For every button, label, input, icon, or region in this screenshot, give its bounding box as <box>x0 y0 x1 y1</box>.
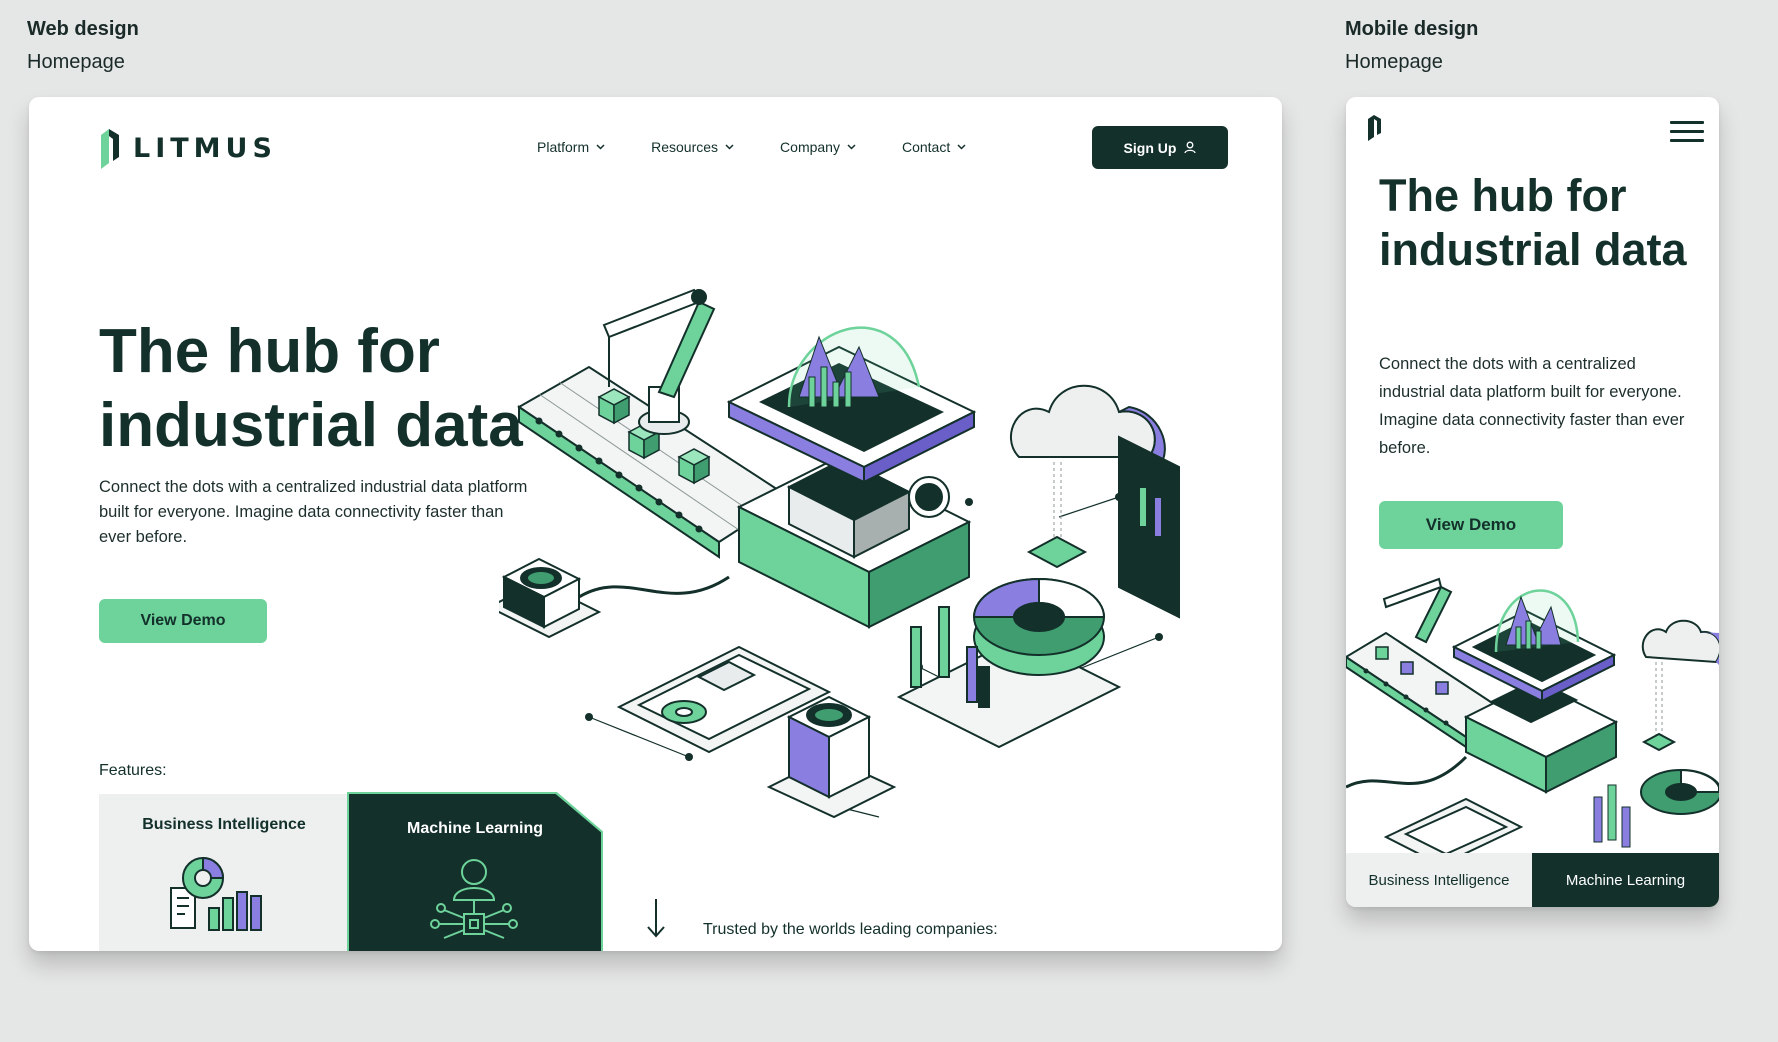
hero-description: Connect the dots with a centralized indu… <box>99 478 528 546</box>
nav-resources[interactable]: Resources <box>651 139 734 155</box>
nav-resources-label: Resources <box>651 139 719 155</box>
chevron-down-icon <box>957 144 966 150</box>
nav-company[interactable]: Company <box>780 139 856 155</box>
feature-ml-label: Machine Learning <box>406 820 544 837</box>
logo-text: LITMUS <box>133 132 277 164</box>
mobile-caption-title: Mobile design <box>1345 18 1479 40</box>
hero-title-line-1: The hub for <box>99 317 440 386</box>
mobile-hero-description: Connect the dots with a centralized indu… <box>1379 355 1685 457</box>
features-label: Features: <box>99 762 167 779</box>
dashboard-panel <box>1118 435 1180 619</box>
web-caption-title: Web design <box>27 18 139 40</box>
feature-card-machine-learning[interactable]: Machine Learning <box>349 794 601 951</box>
chart-icon <box>170 856 262 931</box>
trusted-by-label: Trusted by the worlds leading companies: <box>703 921 998 938</box>
nav-contact[interactable]: Contact <box>902 139 966 155</box>
hero-title-line-2: industrial data <box>99 391 523 460</box>
mobile-tab-business-intelligence[interactable]: Business Intelligence <box>1346 853 1532 907</box>
litmus-logo-icon <box>101 129 119 169</box>
nav-platform[interactable]: Platform <box>537 139 605 155</box>
mobile-hero-title: The hub for industrial data <box>1379 170 1687 275</box>
mobile-caption: Mobile design Homepage <box>1345 18 1478 74</box>
web-caption-sub: Homepage <box>27 51 125 73</box>
donut-chart <box>896 577 1122 749</box>
feature-card-business-intelligence[interactable]: Business Intelligence <box>99 794 349 951</box>
mobile-homepage-frame: The hub for industrial data Connect the … <box>1346 97 1719 907</box>
mobile-tab-machine-learning[interactable]: Machine Learning <box>1532 853 1719 907</box>
view-demo-button[interactable]: View Demo <box>99 599 267 643</box>
web-homepage-frame: LITMUS Platform Resources Company Contac… <box>29 97 1282 951</box>
sign-up-label: Sign Up <box>1123 139 1177 156</box>
logo[interactable]: LITMUS <box>99 125 277 171</box>
mobile-industrial-illustration <box>1346 577 1719 857</box>
feature-bi-label: Business Intelligence <box>142 816 306 833</box>
arrow-down-icon <box>647 899 665 938</box>
chevron-down-icon <box>847 144 856 150</box>
chevron-down-icon <box>596 144 605 150</box>
mobile-view-demo-button[interactable]: View Demo <box>1379 501 1563 549</box>
ai-person-icon <box>430 859 518 939</box>
main-nav: Platform Resources Company Contact <box>537 139 966 155</box>
central-server <box>736 455 972 629</box>
user-icon <box>1184 141 1197 154</box>
litmus-logo-icon[interactable] <box>1366 111 1384 143</box>
industrial-hub-illustration <box>499 288 1180 819</box>
dome-chart <box>726 326 977 484</box>
nav-platform-label: Platform <box>537 139 590 155</box>
chevron-down-icon <box>725 144 734 150</box>
mobile-caption-sub: Homepage <box>1345 51 1443 73</box>
nav-contact-label: Contact <box>901 139 951 155</box>
fan-box-left <box>499 557 602 639</box>
hamburger-menu-icon[interactable] <box>1670 121 1704 148</box>
web-caption: Web design Homepage <box>27 18 139 74</box>
fan-tower <box>766 695 897 819</box>
sign-up-button[interactable]: Sign Up <box>1092 126 1228 169</box>
nav-company-label: Company <box>780 139 840 155</box>
